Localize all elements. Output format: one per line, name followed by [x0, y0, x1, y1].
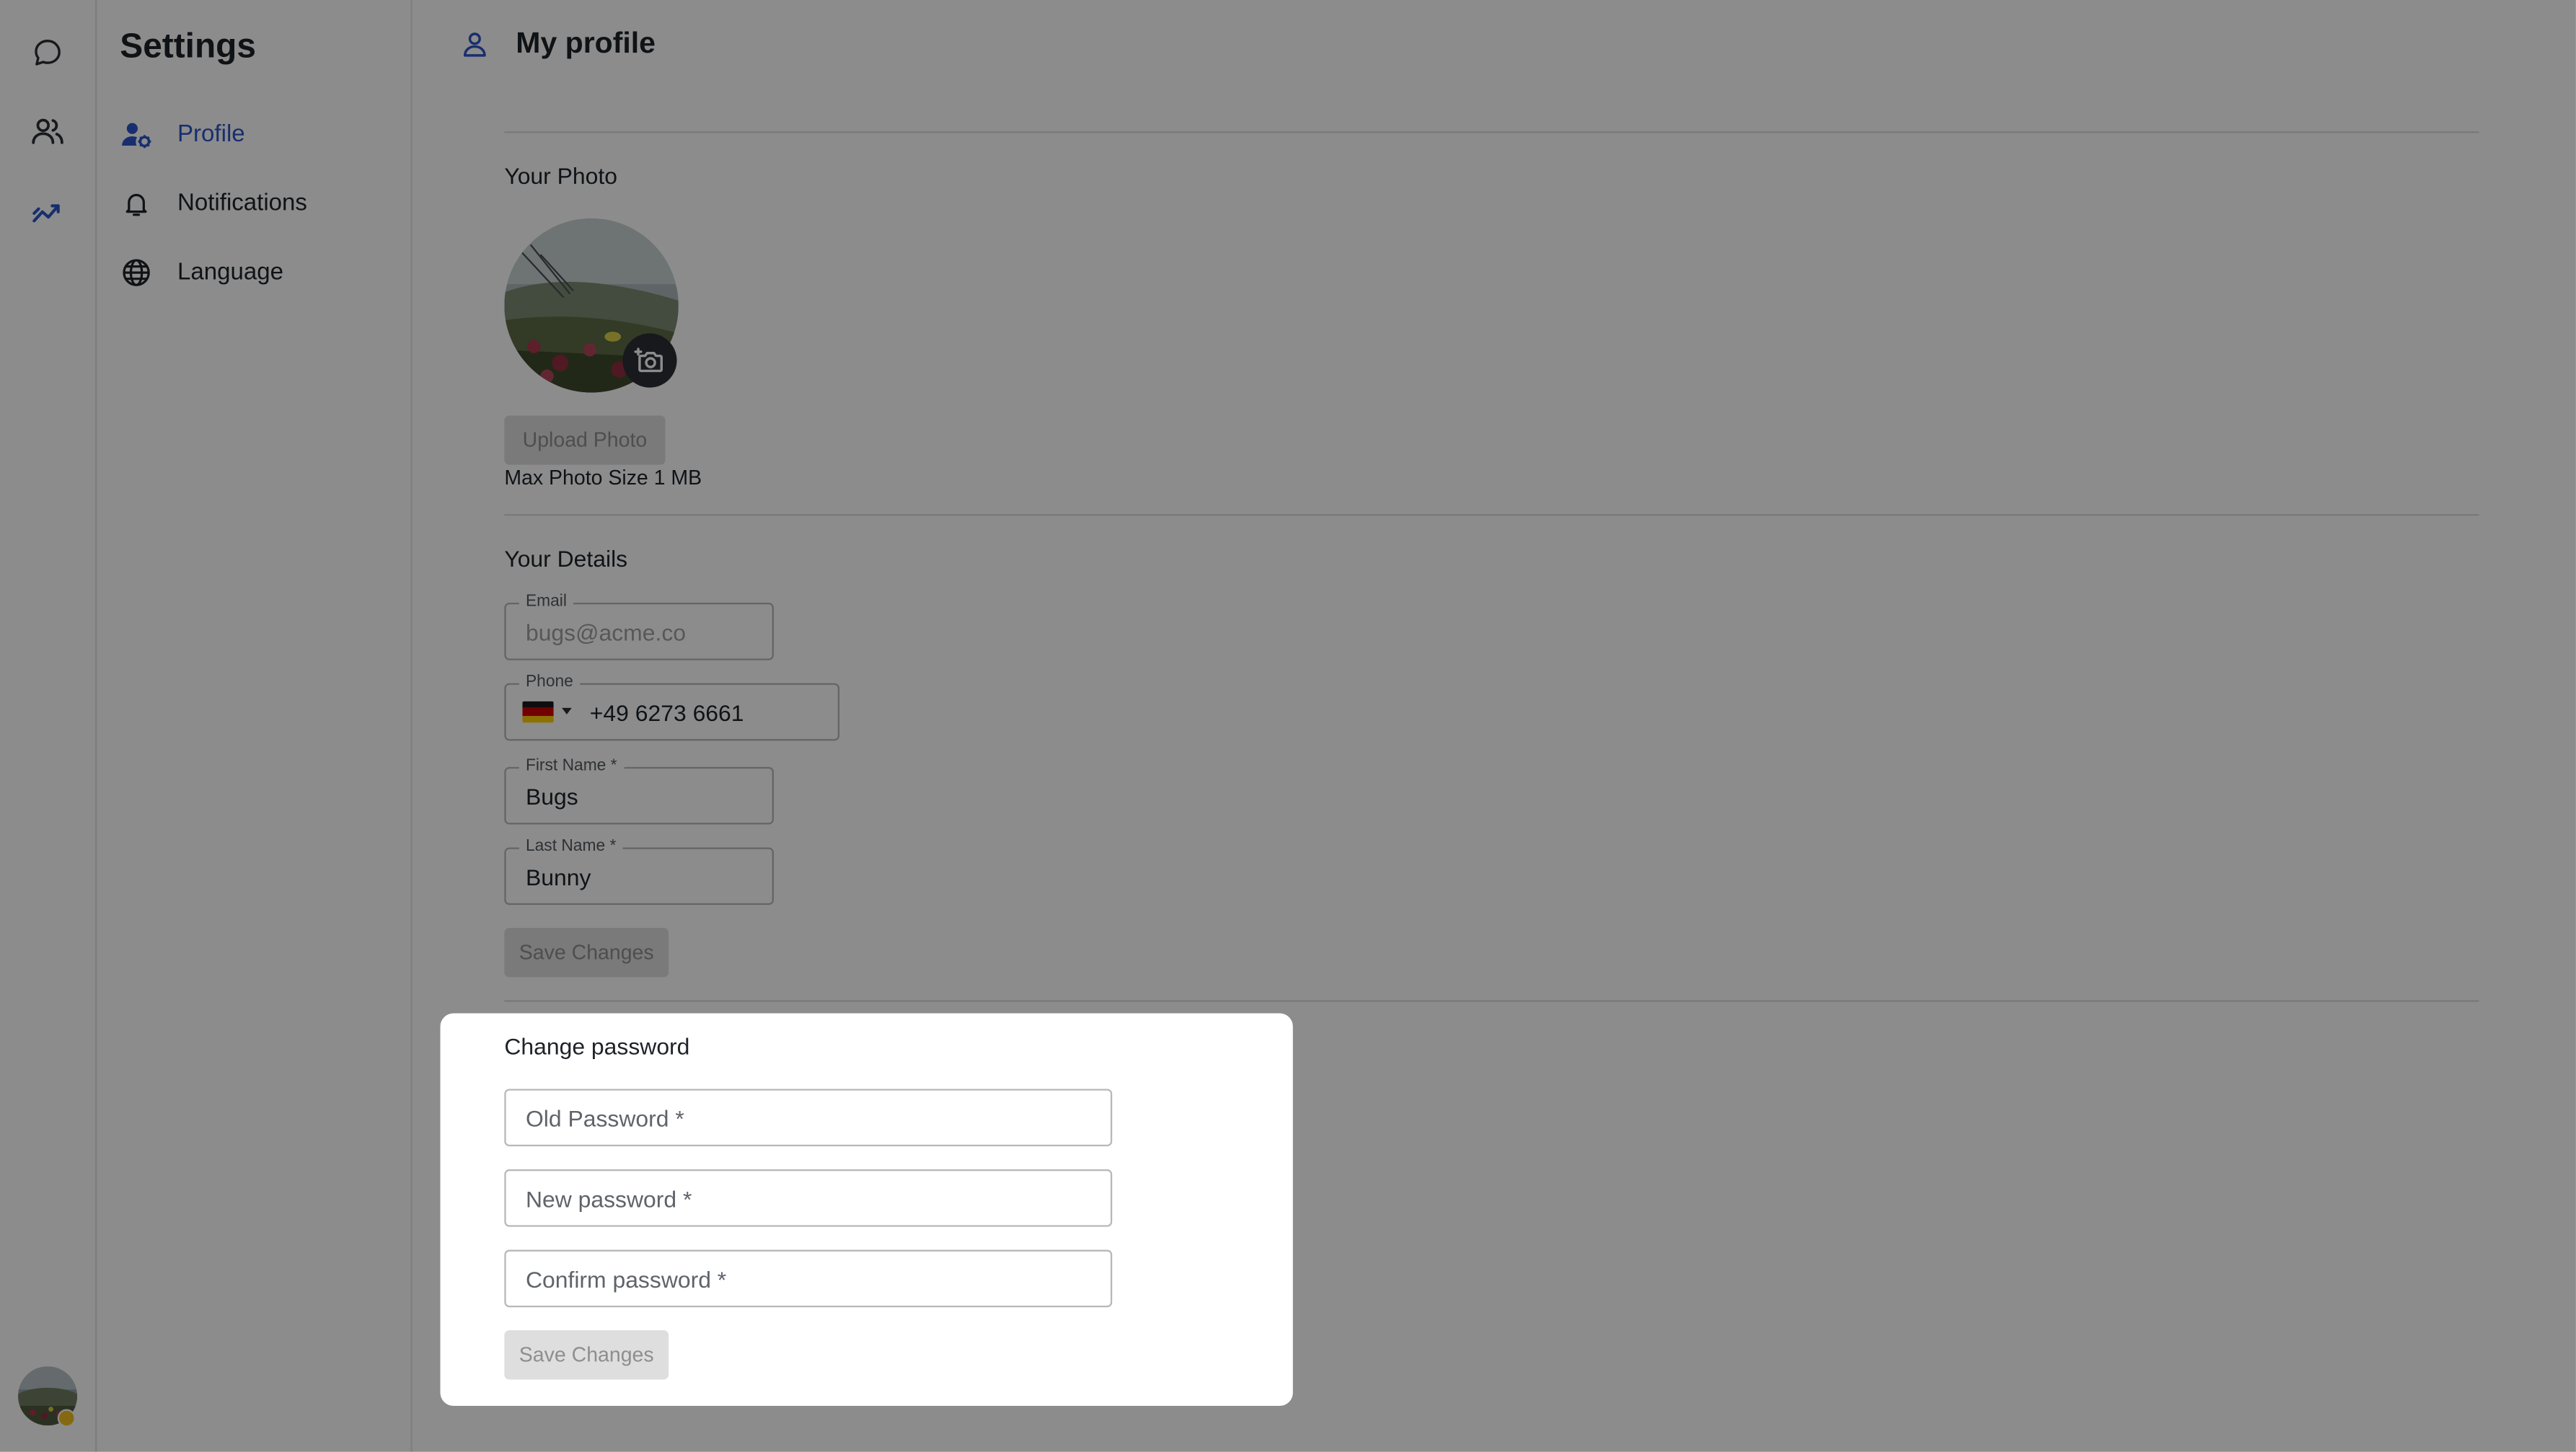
save-password-button[interactable]: Save Changes [504, 1330, 669, 1380]
app-root: Settings Profile Notifications Language [0, 0, 2576, 1452]
confirm-password-input[interactable] [504, 1249, 1113, 1308]
change-password-modal: Change password Save Changes [440, 1013, 1293, 1406]
scrollbar[interactable] [2559, 0, 2576, 1452]
modal-title: Change password [504, 1032, 690, 1060]
new-password-input[interactable] [504, 1169, 1113, 1227]
old-password-input[interactable] [504, 1089, 1113, 1147]
